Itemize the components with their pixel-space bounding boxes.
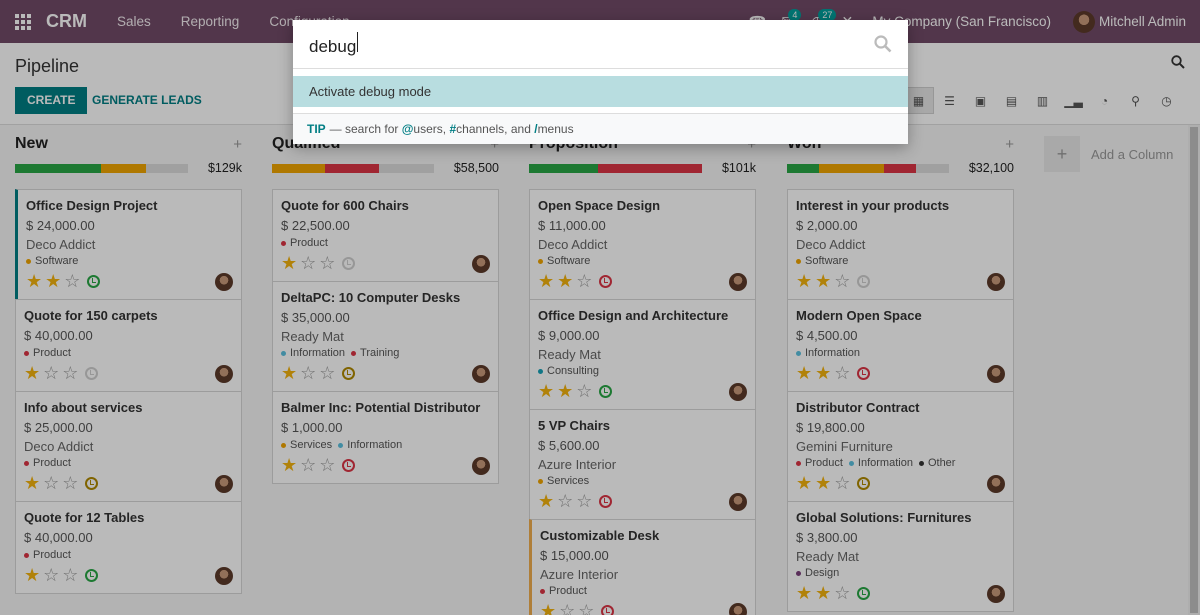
palette-search-input[interactable]: debug — [309, 31, 849, 57]
palette-tip: TIP — search for @ users, # channels, and … — [293, 114, 908, 144]
text-caret — [357, 31, 359, 52]
palette-result-item[interactable]: Activate debug mode — [293, 76, 908, 107]
tip-label: TIP — [307, 122, 326, 136]
tip-text-4: menus — [537, 122, 574, 136]
palette-separator — [293, 107, 908, 114]
tip-text-1: — search for — [329, 122, 399, 136]
command-palette: debug Activate debug mode TIP — search f… — [293, 20, 908, 144]
tip-text-3: channels, and — [456, 122, 531, 136]
palette-search-row: debug — [293, 20, 908, 69]
tip-mark-channels: # — [449, 122, 457, 136]
tip-text-2: users, — [413, 122, 447, 136]
palette-search-icon — [874, 35, 892, 53]
tip-mark-users: @ — [401, 122, 414, 136]
